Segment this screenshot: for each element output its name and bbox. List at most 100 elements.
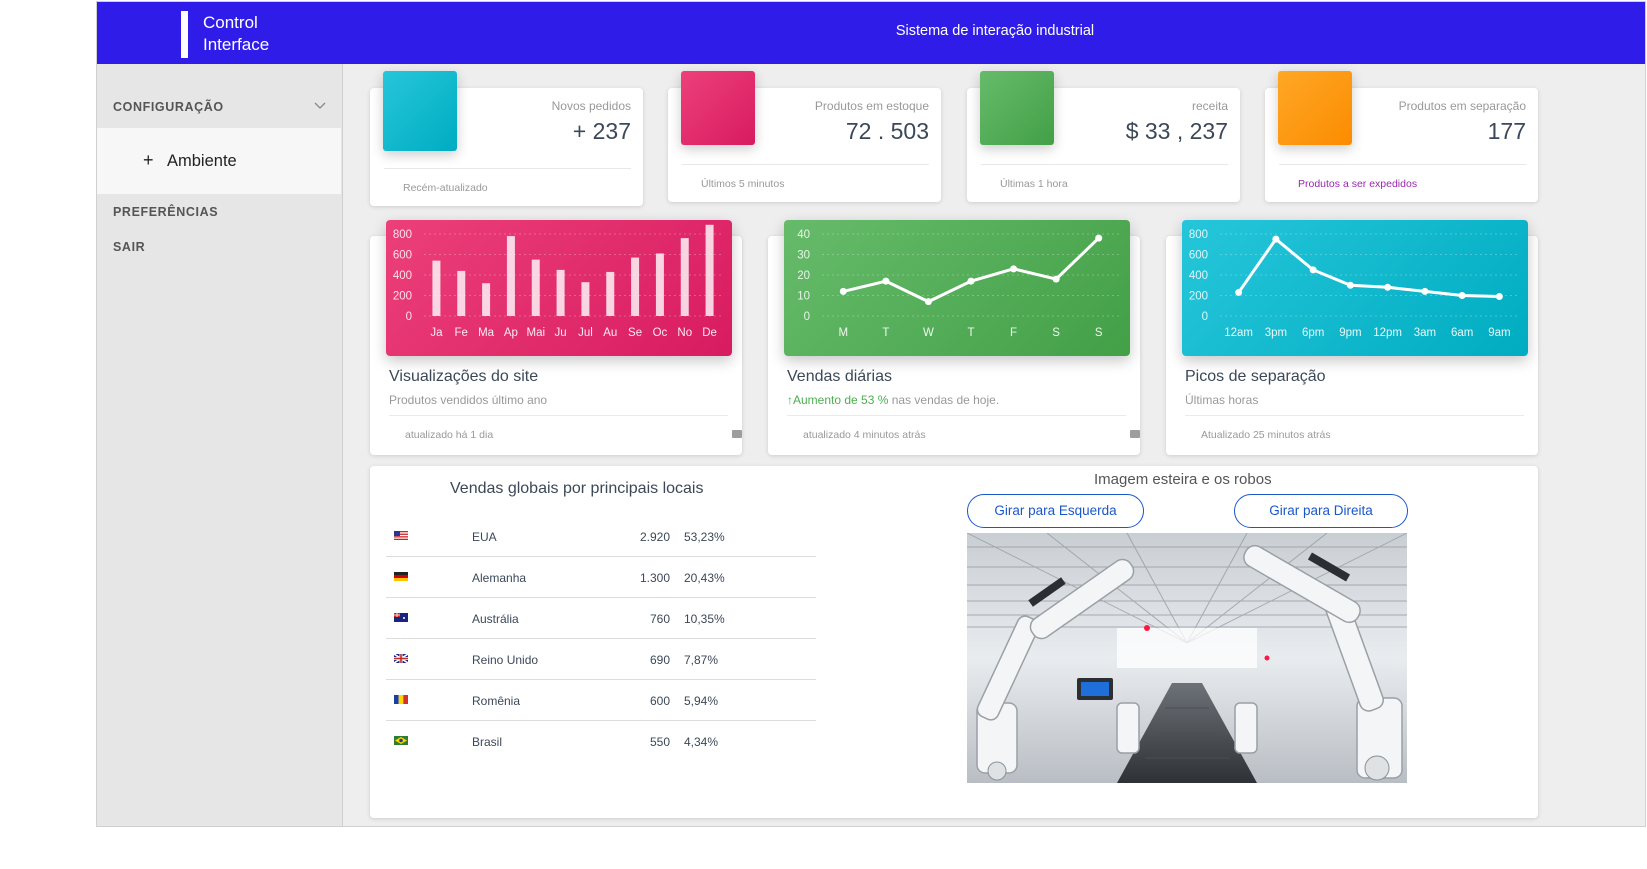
chart-area: 0 10 20 30 40 M T W T F S S	[784, 220, 1130, 356]
country-count: 2.920	[639, 530, 670, 544]
chart-title: Vendas diárias	[787, 368, 892, 385]
y-tick-label: 600	[1189, 250, 1208, 262]
bar	[631, 257, 640, 316]
chart-title: Visualizações do site	[389, 368, 539, 385]
country-name: EUA	[472, 530, 497, 544]
chart-footer: atualizado há 1 dia	[405, 429, 494, 441]
chart-increase: Aumento de 53 %	[793, 393, 889, 407]
country-name: Reino Unido	[472, 653, 539, 667]
stat-footer-link[interactable]: Produtos a ser expedidos	[1298, 178, 1417, 190]
x-tick-label: F	[1010, 327, 1017, 339]
x-tick-label: Se	[628, 327, 642, 339]
x-tick-label: Jul	[578, 327, 593, 339]
country-count: 600	[649, 694, 670, 708]
bar	[705, 224, 714, 316]
chart-card-visualizacoes: 0 200 400 600 800 Ja Fe Ma Ap Mai Ju Jul Au Se Oc No De …	[370, 220, 742, 455]
x-tick-label: Oc	[653, 327, 668, 339]
rotate-left-button[interactable]: Girar para Esquerda	[967, 494, 1144, 528]
stat-value: + 237	[572, 118, 631, 144]
chart-card-picos-separacao: 0 200 400 600 800 12am 3pm 6pm 9pm 12pm 3am 6am 9am …	[1166, 220, 1538, 455]
chevron-down-icon[interactable]	[313, 98, 327, 112]
stat-footer: Recém-atualizado	[403, 182, 488, 194]
brand-title: Control Interface	[203, 12, 323, 56]
rotate-right-button[interactable]: Girar para Direita	[1234, 494, 1408, 528]
x-tick-label: Au	[603, 327, 617, 339]
series-line	[1237, 236, 1500, 299]
sidebar: Control Interface CONFIGURAÇÃO + Ambient…	[97, 2, 343, 826]
app-window: Control Interface CONFIGURAÇÃO + Ambient…	[96, 1, 1646, 827]
x-tick-label: S	[1052, 327, 1060, 339]
data-point	[1010, 265, 1018, 273]
data-point	[1458, 292, 1466, 299]
sidebar-item-preferencias[interactable]: PREFERÊNCIAS	[113, 205, 218, 219]
country-percent: 10,35%	[684, 612, 725, 626]
chart-category-rest: nas vendas de hoje.	[888, 393, 1000, 407]
brazil-flag-icon	[394, 736, 408, 745]
divider	[384, 168, 631, 169]
top-header: Sistema de interação industrial	[343, 2, 1645, 64]
y-tick-label: 40	[797, 229, 810, 241]
line-chart: 0 10 20 30 40 M T W T F S S	[797, 229, 1120, 339]
x-tick-label: W	[923, 327, 934, 339]
data-point	[1052, 275, 1060, 283]
stat-category: Produtos em separação	[1398, 99, 1526, 113]
y-tick-label: 10	[797, 291, 810, 303]
x-tick-label: No	[677, 327, 692, 339]
sidebar-item-ambiente[interactable]: + Ambiente	[97, 128, 341, 194]
bar	[457, 270, 466, 316]
x-tick-label: T	[882, 327, 889, 339]
chart-footer: atualizado 4 minutos atrás	[803, 429, 926, 441]
stat-category: Novos pedidos	[551, 99, 631, 113]
data-point	[839, 287, 847, 295]
country-count: 550	[649, 735, 670, 749]
page-title: Sistema de interação industrial	[895, 23, 1095, 39]
table-row: Brasil 550 4,34%	[386, 721, 816, 762]
sidebar-item-sair[interactable]: SAIR	[113, 240, 145, 254]
stat-value: 72 . 503	[845, 118, 929, 144]
x-tick-label: 3pm	[1265, 327, 1287, 339]
data-point	[1421, 287, 1429, 295]
bar-chart: 0 200 400 600 800 Ja Fe Ma Ap Mai Ju Jul Au Se Oc No De	[393, 224, 722, 339]
x-tick-label: T	[967, 327, 974, 339]
stat-card-produtos-estoque: Produtos em estoque 72 . 503 Últimos 5 m…	[668, 71, 941, 202]
chart-footer: Atualizado 25 minutos atrás	[1201, 429, 1331, 441]
bar	[531, 259, 540, 316]
country-percent: 4,34%	[684, 735, 719, 749]
bar	[482, 283, 491, 316]
data-point	[1384, 283, 1392, 291]
table-row: EUA 2.920 53,23%	[386, 516, 816, 557]
country-percent: 20,43%	[684, 571, 725, 585]
y-tick-label: 800	[1189, 229, 1208, 241]
sidebar-item-configuracao[interactable]: CONFIGURAÇÃO	[113, 100, 224, 114]
divider	[389, 415, 728, 416]
y-tick-label: 200	[393, 291, 412, 303]
divider	[682, 164, 929, 165]
x-tick-label: 9am	[1488, 327, 1510, 339]
y-tick-label: 0	[406, 311, 412, 323]
stat-value: 177	[1487, 118, 1526, 144]
table-row: Alemanha 1.300 20,43%	[386, 557, 816, 598]
chart-area: 0 200 400 600 800 Ja Fe Ma Ap Mai Ju Jul Au Se Oc No De	[386, 220, 732, 356]
resize-handle-icon[interactable]	[1130, 430, 1140, 438]
germany-flag-icon	[394, 572, 408, 581]
x-tick-label: Ap	[504, 327, 518, 339]
divider	[981, 164, 1228, 165]
sidebar-item-label: Ambiente	[167, 152, 237, 170]
y-tick-label: 400	[393, 270, 412, 282]
data-point	[967, 277, 975, 285]
chart-category: Últimas horas	[1185, 393, 1259, 407]
stat-footer: Últimos 5 minutos	[701, 178, 785, 190]
stat-card-receita: receita $ 33 , 237 Últimas 1 hora	[967, 71, 1240, 202]
x-tick-label: 12pm	[1373, 327, 1402, 339]
bar	[655, 253, 664, 316]
x-tick-label: Ma	[478, 327, 495, 339]
chart-area: 0 200 400 600 800 12am 3pm 6pm 9pm 12pm 3am 6am 9am	[1182, 220, 1528, 356]
brand-bar-icon	[181, 11, 188, 58]
y-tick-label: 600	[393, 250, 412, 262]
y-tick-label: 0	[1202, 311, 1208, 323]
x-tick-label: 6am	[1451, 327, 1473, 339]
brand-title-line1: Control	[203, 13, 258, 32]
x-tick-label: S	[1095, 327, 1103, 339]
x-tick-label: Ju	[555, 327, 567, 339]
resize-handle-icon[interactable]	[732, 430, 742, 438]
